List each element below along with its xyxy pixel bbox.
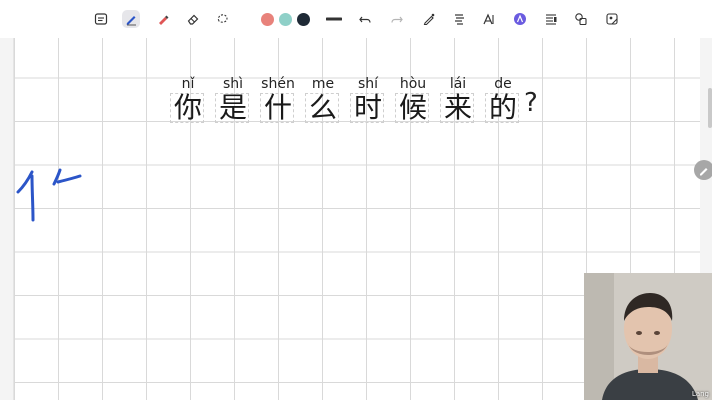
character-cell: me 么 [303,76,343,126]
undo-icon[interactable] [356,10,374,28]
hanzi-character: 是 [218,91,247,124]
shape-pen-icon[interactable] [420,10,438,28]
hanzi-character: 的 [488,91,517,124]
hanzi-character: 来 [443,91,472,124]
text-box-icon[interactable] [542,10,560,28]
character-cell: shí 时 [348,76,388,126]
person-avatar [584,273,712,400]
redo-icon[interactable] [388,10,406,28]
webcam-overlay: Lang [584,273,712,400]
shapes-icon[interactable] [572,10,590,28]
text-format-icon[interactable] [480,10,498,28]
color-swatch-teal[interactable] [279,13,292,26]
hanzi-character: 么 [308,91,337,124]
toolbar [0,0,712,38]
character-cell: shén 什 [258,76,298,126]
handwritten-stroke [16,168,82,222]
hanzi-character: 候 [398,91,427,124]
character-cell: nǐ 你 [168,76,208,126]
color-swatch-red[interactable] [261,13,274,26]
character-cell: lái 来 [438,76,478,126]
highlighter-icon[interactable] [154,10,172,28]
watermark-label: Lang [691,390,709,398]
sticker-icon[interactable] [603,10,621,28]
note-icon[interactable] [92,10,110,28]
hanzi-character: 你 [173,91,202,124]
question-mark: ? [524,88,538,118]
stroke-width-icon[interactable] [325,10,343,28]
color-swatch-dark[interactable] [297,13,310,26]
character-cell: shì 是 [213,76,253,126]
scrollbar[interactable] [708,88,712,128]
edit-pencil-icon[interactable] [694,160,712,180]
hanzi-character: 什 [263,91,292,124]
hanzi-character: 时 [353,91,382,124]
eraser-icon[interactable] [184,10,202,28]
character-cell: hòu 候 [393,76,433,126]
character-cell: de 的 [483,76,523,126]
text-tool-icon[interactable] [450,10,468,28]
pen-icon[interactable] [122,10,140,28]
lasso-icon[interactable] [214,10,232,28]
ai-icon[interactable] [511,10,529,28]
